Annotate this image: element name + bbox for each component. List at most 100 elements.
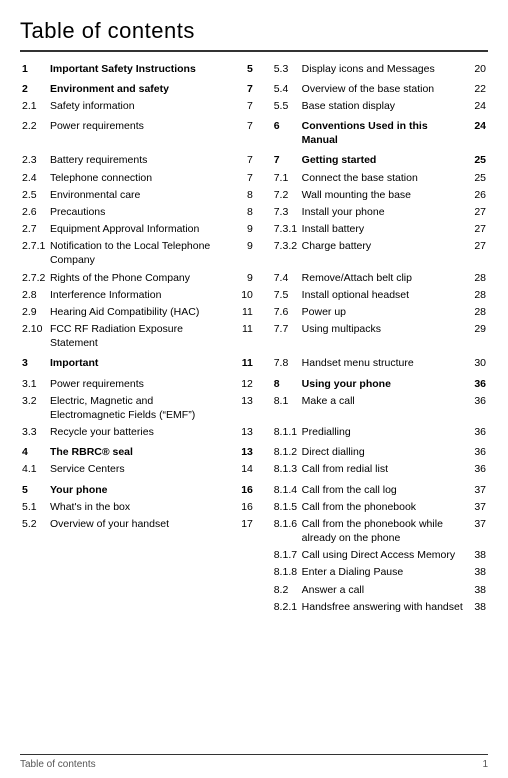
- toc-gap: [255, 444, 272, 461]
- toc-left-page: 10: [233, 286, 254, 303]
- page: Table of contents 1Important Safety Inst…: [0, 0, 508, 778]
- toc-right-page: 28: [466, 286, 488, 303]
- toc-left-page: 9: [233, 221, 254, 238]
- toc-left-page: 13: [233, 424, 254, 441]
- toc-right-title: Predialling: [300, 424, 467, 441]
- toc-left-num: 5.1: [20, 498, 48, 515]
- toc-left-num: 2.2: [20, 118, 48, 149]
- table-row: 2.5Environmental care87.2Wall mounting t…: [20, 186, 488, 203]
- table-row: 2.7.2Rights of the Phone Company97.4Remo…: [20, 269, 488, 286]
- table-row: 2.3Battery requirements77Getting started…: [20, 152, 488, 169]
- toc-right-page: 24: [466, 97, 488, 114]
- table-row: 2.2Power requirements76Conventions Used …: [20, 118, 488, 149]
- toc-right-title: Call from redial list: [300, 461, 467, 478]
- toc-right-num: 8.1.4: [272, 481, 300, 498]
- toc-left-num: 3: [20, 355, 48, 372]
- toc-right-page: 38: [466, 598, 488, 615]
- toc-right-title: Conventions Used in this Manual: [300, 118, 467, 149]
- toc-left-title: Precautions: [48, 203, 233, 220]
- table-row: 1Important Safety Instructions55.3Displa…: [20, 60, 488, 77]
- toc-left-num: 2.4: [20, 169, 48, 186]
- toc-left-title: Important Safety Instructions: [48, 60, 233, 77]
- toc-left-title: Power requirements: [48, 118, 233, 149]
- toc-right-page: 38: [466, 547, 488, 564]
- toc-right-title: Handsfree answering with handset: [300, 598, 467, 615]
- table-row: 2.6Precautions87.3Install your phone27: [20, 203, 488, 220]
- toc-gap: [255, 424, 272, 441]
- toc-left-page: 8: [233, 203, 254, 220]
- table-row: 5Your phone168.1.4Call from the call log…: [20, 481, 488, 498]
- toc-left-page: 14: [233, 461, 254, 478]
- toc-right-num: 8.1: [272, 392, 300, 423]
- toc-right-page: 36: [466, 392, 488, 423]
- toc-right-num: 7.6: [272, 303, 300, 320]
- toc-right-page: 36: [466, 375, 488, 392]
- toc-gap: [255, 152, 272, 169]
- toc-left-title: Hearing Aid Compatibility (HAC): [48, 303, 233, 320]
- toc-left-page: [233, 564, 254, 581]
- toc-left-title: Telephone connection: [48, 169, 233, 186]
- toc-right-title: Enter a Dialing Pause: [300, 564, 467, 581]
- toc-left-num: 3.1: [20, 375, 48, 392]
- table-row: 2.10FCC RF Radiation Exposure Statement1…: [20, 321, 488, 352]
- toc-right-page: 30: [466, 355, 488, 372]
- toc-gap: [255, 286, 272, 303]
- toc-right-num: 7.5: [272, 286, 300, 303]
- toc-right-page: 25: [466, 169, 488, 186]
- table-row: 2.1Safety information75.5Base station di…: [20, 97, 488, 114]
- toc-left-page: 9: [233, 238, 254, 269]
- table-row: 3Important117.8Handset menu structure30: [20, 355, 488, 372]
- table-row: 3.2Electric, Magnetic and Electromagneti…: [20, 392, 488, 423]
- toc-left-page: 11: [233, 321, 254, 352]
- toc-left-page: 16: [233, 481, 254, 498]
- toc-gap: [255, 118, 272, 149]
- toc-right-title: Call using Direct Access Memory: [300, 547, 467, 564]
- toc-gap: [255, 60, 272, 77]
- toc-left-num: 2.5: [20, 186, 48, 203]
- toc-left-page: 7: [233, 169, 254, 186]
- toc-left-title: What's in the box: [48, 498, 233, 515]
- toc-right-page: 38: [466, 564, 488, 581]
- toc-right-title: Call from the phonebook: [300, 498, 467, 515]
- toc-gap: [255, 186, 272, 203]
- toc-left-page: 7: [233, 118, 254, 149]
- toc-left-title: [48, 564, 233, 581]
- toc-right-num: 8.2.1: [272, 598, 300, 615]
- footer-page: 1: [482, 759, 488, 770]
- toc-left-title: [48, 598, 233, 615]
- toc-left-title: The RBRC® seal: [48, 444, 233, 461]
- toc-right-num: 7.3: [272, 203, 300, 220]
- toc-right-page: 28: [466, 269, 488, 286]
- toc-gap: [255, 581, 272, 598]
- toc-gap: [255, 321, 272, 352]
- toc-left-num: [20, 581, 48, 598]
- toc-left-num: 2.1: [20, 97, 48, 114]
- toc-left-num: 1: [20, 60, 48, 77]
- toc-right-page: 27: [466, 238, 488, 269]
- toc-gap: [255, 221, 272, 238]
- toc-left-num: 5: [20, 481, 48, 498]
- toc-left-page: [233, 598, 254, 615]
- toc-right-num: 8.1.2: [272, 444, 300, 461]
- toc-left-page: [233, 547, 254, 564]
- table-row: 8.2.1Handsfree answering with handset38: [20, 598, 488, 615]
- toc-left-num: 3.2: [20, 392, 48, 423]
- toc-right-page: 37: [466, 515, 488, 546]
- toc-right-num: 8.1.8: [272, 564, 300, 581]
- toc-right-page: 20: [466, 60, 488, 77]
- toc-gap: [255, 355, 272, 372]
- toc-left-title: Service Centers: [48, 461, 233, 478]
- toc-left-page: 13: [233, 392, 254, 423]
- toc-right-title: Base station display: [300, 97, 467, 114]
- toc-left-title: Your phone: [48, 481, 233, 498]
- toc-gap: [255, 97, 272, 114]
- toc-left-num: 2.7.1: [20, 238, 48, 269]
- toc-right-num: 7.1: [272, 169, 300, 186]
- toc-left-page: 8: [233, 186, 254, 203]
- toc-left-title: Equipment Approval Information: [48, 221, 233, 238]
- toc-right-num: 8.1.6: [272, 515, 300, 546]
- toc-gap: [255, 598, 272, 615]
- toc-right-page: 36: [466, 424, 488, 441]
- toc-right-title: Overview of the base station: [300, 80, 467, 97]
- toc-gap: [255, 303, 272, 320]
